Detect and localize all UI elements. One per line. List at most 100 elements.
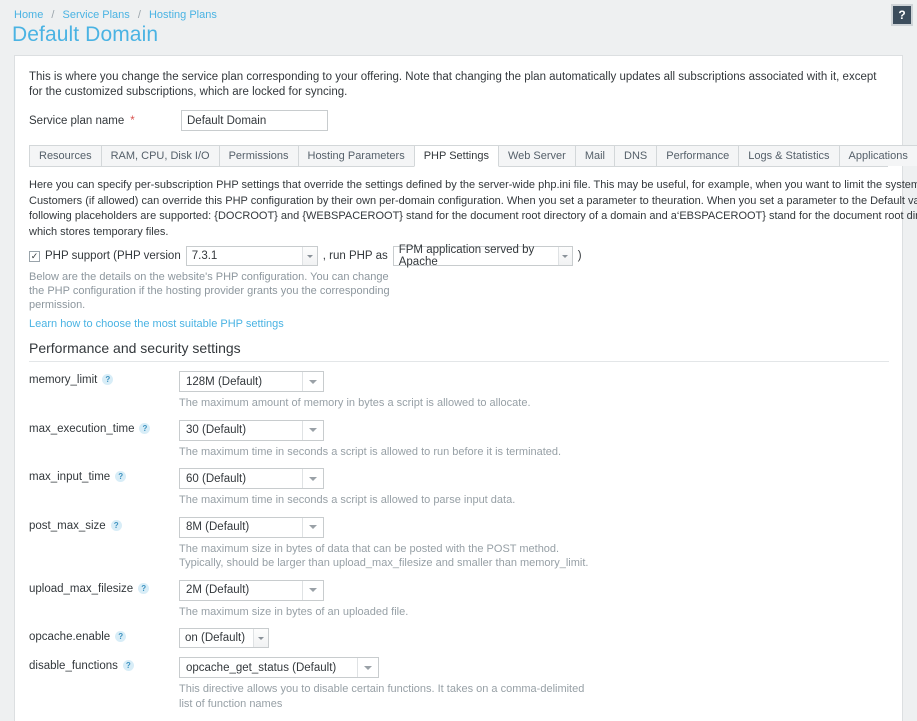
php-support-closing-paren: ) <box>578 250 582 262</box>
setting-label-text: max_input_time <box>29 471 110 483</box>
setting-label-text: opcache.enable <box>29 631 110 643</box>
setting-row: memory_limit? 128M (Default) The maximum a… <box>29 371 888 411</box>
tab-mail[interactable]: Mail <box>575 145 615 166</box>
tab-web-server[interactable]: Web Server <box>498 145 576 166</box>
service-plan-name-input[interactable] <box>181 110 328 131</box>
php-handler-value: FPM application served by Apache <box>399 244 558 268</box>
chevron-down-icon <box>253 629 268 647</box>
setting-combobox[interactable]: 30 (Default) <box>179 420 324 441</box>
chevron-down-icon[interactable] <box>302 518 323 537</box>
php-description-line: which stores temporary files. <box>29 225 168 241</box>
breadcrumb-separator: / <box>51 9 54 21</box>
tab-ram-cpu-disk-i-o[interactable]: RAM, CPU, Disk I/O <box>101 145 220 166</box>
setting-hint: The maximum size in bytes of data that c… <box>179 542 599 571</box>
setting-value: 2M (Default) <box>180 581 302 600</box>
setting-label: opcache.enable? <box>29 628 179 648</box>
setting-combobox[interactable]: opcache_get_status (Default) <box>179 657 379 678</box>
setting-combobox[interactable]: 60 (Default) <box>179 468 324 489</box>
help-icon[interactable]: ? <box>123 660 134 671</box>
setting-label: max_execution_time? <box>29 420 179 460</box>
chevron-down-icon <box>302 247 317 265</box>
chevron-down-icon[interactable] <box>302 469 323 488</box>
tab-permissions[interactable]: Permissions <box>219 145 299 166</box>
run-php-as-label: , run PHP as <box>323 250 388 262</box>
setting-field: 30 (Default)The maximum time in seconds … <box>179 420 888 460</box>
setting-select[interactable]: on (Default) <box>179 628 269 648</box>
setting-row: disable_functions?opcache_get_status (De… <box>29 657 888 711</box>
content-card: This is where you change the service pla… <box>14 55 903 721</box>
tab-dns[interactable]: DNS <box>614 145 657 166</box>
chevron-down-icon[interactable] <box>302 372 323 391</box>
breadcrumb-item-hosting-plans[interactable]: Hosting Plans <box>149 9 217 21</box>
help-icon[interactable]: ? <box>102 374 113 385</box>
chevron-down-icon[interactable] <box>357 658 378 677</box>
help-icon[interactable]: ? <box>111 520 122 531</box>
tab-performance[interactable]: Performance <box>656 145 739 166</box>
php-description-line: Here you can specify per-subscription PH… <box>29 178 917 194</box>
setting-value: 60 (Default) <box>180 469 302 488</box>
tab-hosting-parameters[interactable]: Hosting Parameters <box>298 145 415 166</box>
tab-php-settings[interactable]: PHP Settings <box>414 145 499 167</box>
setting-combobox[interactable]: 2M (Default) <box>179 580 324 601</box>
php-support-label: PHP support (PHP version <box>45 250 181 262</box>
breadcrumb: Home / Service Plans / Hosting Plans <box>14 9 217 21</box>
breadcrumb-item-home[interactable]: Home <box>14 9 43 21</box>
help-button[interactable]: ? <box>891 4 913 26</box>
help-icon[interactable]: ? <box>115 471 126 482</box>
setting-value: 128M (Default) <box>180 372 302 391</box>
setting-row: upload_max_filesize?2M (Default) The maxi… <box>29 580 888 620</box>
setting-label: upload_max_filesize? <box>29 580 179 620</box>
setting-label: post_max_size? <box>29 517 179 571</box>
setting-field: 8M (Default) The maximum size in bytes of… <box>179 517 888 571</box>
setting-field: opcache_get_status (Default)This directi… <box>179 657 888 711</box>
setting-field: 128M (Default) The maximum amount of memo… <box>179 371 888 411</box>
learn-php-settings-link[interactable]: Learn how to choose the most suitable PH… <box>29 318 284 330</box>
help-icon[interactable]: ? <box>139 423 150 434</box>
service-plan-name-label: Service plan name * <box>29 115 181 127</box>
setting-label-text: max_execution_time <box>29 423 134 435</box>
tab-bar: ResourcesRAM, CPU, Disk I/OPermissionsHo… <box>29 145 888 167</box>
php-version-value: 7.3.1 <box>192 250 218 262</box>
setting-hint: The maximum size in bytes of an uploaded… <box>179 605 599 620</box>
page-root: ? Home / Service Plans / Hosting Plans D… <box>0 0 917 721</box>
page-title: Default Domain <box>12 23 158 47</box>
setting-label-text: memory_limit <box>29 374 97 386</box>
tab-applications[interactable]: Applications <box>839 145 917 166</box>
setting-label-text: disable_functions <box>29 660 118 672</box>
setting-combobox[interactable]: 8M (Default) <box>179 517 324 538</box>
setting-combobox[interactable]: 128M (Default) <box>179 371 324 392</box>
setting-field: 2M (Default) The maximum size in bytes of… <box>179 580 888 620</box>
breadcrumb-item-service-plans[interactable]: Service Plans <box>63 9 130 21</box>
setting-row: opcache.enable?on (Default) <box>29 628 888 648</box>
chevron-down-icon[interactable] <box>302 581 323 600</box>
setting-hint: The maximum time in seconds a script is … <box>179 493 599 508</box>
tab-logs-statistics[interactable]: Logs & Statistics <box>738 145 839 166</box>
tab-resources[interactable]: Resources <box>29 145 102 166</box>
php-support-note: Below are the details on the website's P… <box>29 270 399 312</box>
help-button-label: ? <box>898 8 905 22</box>
php-settings-description: Here you can specify per-subscription PH… <box>29 178 889 240</box>
chevron-down-icon[interactable] <box>302 421 323 440</box>
help-icon[interactable]: ? <box>115 631 126 642</box>
php-support-row: ✓ PHP support (PHP version 7.3.1 , run P… <box>29 246 888 266</box>
setting-label: disable_functions? <box>29 657 179 711</box>
php-support-checkbox[interactable]: ✓ <box>29 251 40 262</box>
php-description-line: Customers (if allowed) can override this… <box>29 194 917 210</box>
setting-field: on (Default) <box>179 628 888 648</box>
required-marker: * <box>130 115 134 127</box>
setting-value: 30 (Default) <box>180 421 302 440</box>
php-handler-select[interactable]: FPM application served by Apache <box>393 246 573 266</box>
breadcrumb-separator: / <box>138 9 141 21</box>
setting-hint: The maximum amount of memory in bytes a … <box>179 396 599 411</box>
help-icon[interactable]: ? <box>138 583 149 594</box>
php-description-line: following placeholders are supported: {D… <box>29 209 917 225</box>
intro-text: This is where you change the service pla… <box>29 70 885 100</box>
settings-sections: Performance and security settingsmemory_… <box>29 340 888 721</box>
setting-field: 60 (Default) The maximum time in seconds … <box>179 468 888 508</box>
chevron-down-icon <box>558 247 572 265</box>
setting-row: max_execution_time?30 (Default)The maxim… <box>29 420 888 460</box>
service-plan-name-label-text: Service plan name <box>29 115 124 127</box>
php-version-select[interactable]: 7.3.1 <box>186 246 318 266</box>
setting-row: post_max_size?8M (Default) The maximum si… <box>29 517 888 571</box>
setting-value: opcache_get_status (Default) <box>180 658 357 677</box>
